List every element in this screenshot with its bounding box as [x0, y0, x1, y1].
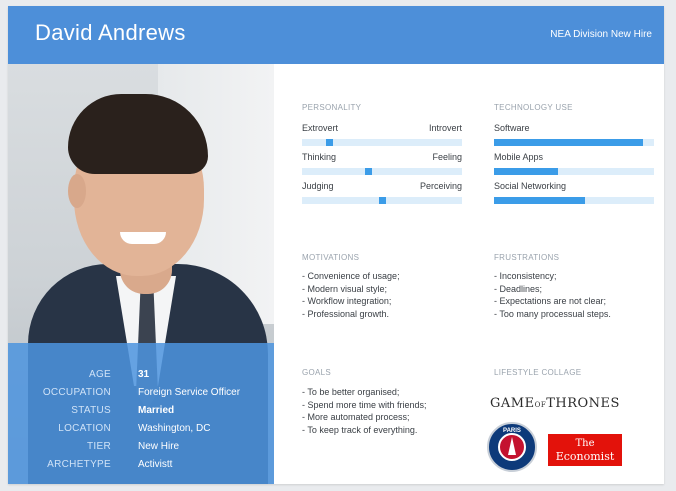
got-word-left: GAME	[490, 396, 535, 411]
motivations-list: - Convenience of usage; - Modern visual …	[302, 270, 400, 320]
list-item: - Expectations are not clear;	[494, 296, 607, 306]
tech-fill	[494, 197, 585, 204]
trait-track	[302, 168, 462, 175]
tech-fill	[494, 139, 643, 146]
trait-right-label: Feeling	[432, 152, 462, 162]
trait-track	[302, 197, 462, 204]
tech-track	[494, 168, 654, 175]
tech-label: Software	[494, 123, 530, 133]
list-item: - Inconsistency;	[494, 271, 557, 281]
persona-card: David Andrews NEA Division New Hire AGE …	[8, 6, 664, 484]
photo-ear	[68, 174, 86, 208]
list-item: - To be better organised;	[302, 387, 400, 397]
trait-marker	[365, 168, 372, 175]
economist-logo: The Economist	[548, 434, 622, 466]
trait-track	[302, 139, 462, 146]
game-of-thrones-logo: GAMEOFTHRONES	[490, 396, 620, 411]
tech-label: Social Networking	[494, 181, 567, 191]
profile-label: OCCUPATION	[42, 387, 111, 398]
trait-marker	[379, 197, 386, 204]
list-item: - More automated process;	[302, 412, 410, 422]
list-item: - Deadlines;	[494, 283, 543, 294]
profile-value: Washington, DC	[138, 423, 211, 434]
profile-label: ARCHETYPE	[47, 459, 111, 470]
profile-row-location: LOCATION Washington, DC	[8, 423, 274, 439]
persona-name: David Andrews	[35, 20, 186, 45]
profile-info-panel: AGE 31 OCCUPATION Foreign Service Office…	[8, 343, 274, 484]
list-item: - Spend more time with friends;	[302, 399, 427, 410]
goals-title: GOALS	[302, 368, 332, 377]
profile-label: AGE	[88, 369, 111, 380]
motivations-title: MOTIVATIONS	[302, 253, 360, 262]
profile-label: TIER	[87, 441, 111, 452]
list-item: - Too many processual steps.	[494, 308, 611, 319]
profile-row-status: STATUS Married	[8, 405, 274, 421]
lifestyle-title: LIFESTYLE COLLAGE	[494, 368, 582, 377]
header-bar: David Andrews NEA Division New Hire	[8, 6, 664, 64]
got-word-right: THRONES	[546, 396, 620, 411]
psg-logo: PARIS	[487, 422, 537, 472]
technology-title: TECHNOLOGY USE	[494, 103, 573, 112]
tech-track	[494, 197, 654, 204]
profile-row-archetype: ARCHETYPE Activistt	[8, 459, 274, 475]
profile-value: Activistt	[138, 459, 173, 470]
profile-row-occupation: OCCUPATION Foreign Service Officer	[8, 387, 274, 403]
profile-value: Married	[138, 405, 175, 416]
frustrations-list: - Inconsistency; - Deadlines; - Expectat…	[494, 270, 611, 320]
profile-label: STATUS	[71, 405, 111, 416]
list-item: - Modern visual style;	[302, 283, 388, 294]
tech-track	[494, 139, 654, 146]
persona-subtitle: NEA Division New Hire	[550, 29, 652, 40]
profile-label: LOCATION	[58, 423, 111, 434]
profile-value: Foreign Service Officer	[138, 387, 241, 398]
frustrations-title: FRUSTRATIONS	[494, 253, 560, 262]
profile-value: New Hire	[138, 441, 180, 452]
trait-right-label: Perceiving	[419, 181, 462, 191]
list-item: - Workflow integration;	[302, 296, 392, 306]
list-item: - To keep track of everything.	[302, 424, 418, 435]
profile-value: 31	[138, 369, 150, 380]
economist-line-1: The	[575, 438, 595, 449]
trait-right-label: Introvert	[428, 123, 462, 133]
trait-marker	[326, 139, 333, 146]
got-word-of: OF	[534, 401, 547, 409]
goals-list: - To be better organised; - Spend more t…	[302, 386, 427, 436]
photo-smile	[120, 232, 166, 244]
tech-fill	[494, 168, 558, 175]
profile-row-tier: TIER New Hire	[8, 441, 274, 457]
tech-label: Mobile Apps	[494, 152, 544, 162]
profile-row-age: AGE 31	[8, 369, 274, 385]
list-item: - Convenience of usage;	[302, 271, 400, 281]
economist-line-2: Economist	[555, 450, 615, 463]
list-item: - Professional growth.	[302, 308, 390, 319]
personality-title: PERSONALITY	[302, 103, 362, 112]
